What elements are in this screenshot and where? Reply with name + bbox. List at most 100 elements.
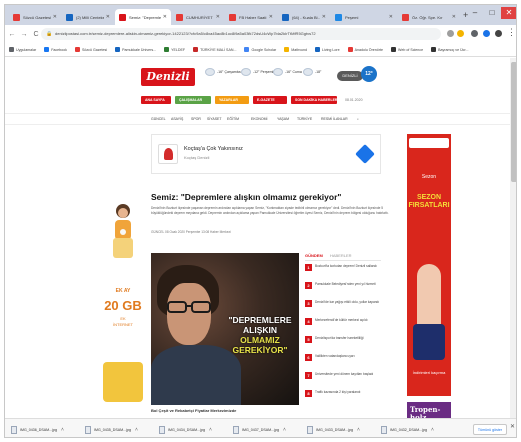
right-side-ad-2[interactable]: Tropen-holz bbox=[407, 402, 451, 418]
current-temperature: 12° bbox=[361, 66, 377, 82]
tab-close-icon[interactable]: ✕ bbox=[216, 14, 220, 20]
profile-avatar-icon[interactable] bbox=[495, 30, 502, 37]
tab-1[interactable]: Sözcü Gazetesi - Y ✕ bbox=[9, 9, 61, 25]
tab-close-icon[interactable]: ✕ bbox=[269, 14, 273, 20]
forward-arrow-icon[interactable]: → bbox=[19, 31, 29, 38]
ad-text-large: SEZON FIRSATLARI bbox=[408, 194, 450, 209]
menu-item[interactable]: TÜRKİYE bbox=[297, 117, 312, 121]
menu-item[interactable]: RESMİ İLANLAR bbox=[321, 117, 348, 121]
close-window-button[interactable]: ✕ bbox=[501, 7, 516, 19]
bookmark-item[interactable]: Sözcü Gazetesi bbox=[74, 47, 107, 52]
close-downloads-icon[interactable]: ✕ bbox=[510, 423, 515, 430]
search-icon[interactable]: ⌕ bbox=[357, 117, 359, 121]
chevron-up-icon[interactable]: ˄ bbox=[61, 427, 64, 433]
sidebar-news-item[interactable]: 2 Pamukkale Belediyesi'nden yeni yıl hizm… bbox=[305, 282, 381, 297]
chevron-up-icon[interactable]: ˄ bbox=[357, 427, 360, 433]
menu-item[interactable]: EKONOMİ bbox=[251, 117, 268, 121]
menu-item[interactable]: EĞİTİM bbox=[227, 117, 239, 121]
menu-item[interactable]: SİYASET bbox=[207, 117, 222, 121]
tab-5[interactable]: FB Haber Saati pü... ✕ bbox=[225, 9, 277, 25]
bookmark-item[interactable]: Bayramoç ve Ücr... bbox=[431, 47, 468, 52]
tab-title: Öz. Öğr. Spe. Kır bbox=[412, 14, 443, 20]
page-scrollbar[interactable] bbox=[510, 58, 516, 418]
ad-banner[interactable]: Koçtaş'a Çok Yakınsınız Koçtaş Denizli bbox=[151, 134, 381, 174]
chevron-up-icon[interactable]: ˄ bbox=[431, 427, 434, 433]
bookmark-item[interactable]: Web of Science bbox=[391, 47, 423, 52]
bookmark-item[interactable]: Living Lore bbox=[315, 47, 340, 52]
nav-home[interactable]: ANA SAYFA bbox=[141, 96, 171, 104]
nav-authors[interactable]: YAZARLAR bbox=[215, 96, 249, 104]
tab-close-icon[interactable]: ✕ bbox=[53, 14, 57, 20]
extension-icon[interactable] bbox=[471, 30, 478, 37]
show-all-downloads-button[interactable]: Tümünü göster bbox=[473, 424, 507, 435]
image-file-icon bbox=[307, 425, 313, 434]
chevron-up-icon[interactable]: ˄ bbox=[209, 427, 212, 433]
tab-close-icon[interactable]: ✕ bbox=[452, 14, 456, 20]
tab-2[interactable]: (2) Milli Centeks (S... ✕ bbox=[62, 9, 114, 25]
bookmark-favicon-icon bbox=[431, 47, 437, 52]
sidebar-news-item[interactable]: 3 Denizli'de kar yağışı etkili oldu, yoll… bbox=[305, 300, 381, 315]
right-side-ad[interactable]: Sezon SEZON FIRSATLARI İndirimleri kaçır… bbox=[407, 134, 451, 396]
download-item[interactable]: IMG_0435_DSAM...jpg ˄ bbox=[85, 424, 138, 435]
download-item[interactable]: IMG_0436_DSAM...jpg ˄ bbox=[11, 424, 64, 435]
menu-item[interactable]: ASAYİŞ bbox=[171, 117, 183, 121]
sidebar-news-item[interactable]: 8 Trafik kazasında 2 kişi yaralandı bbox=[305, 390, 381, 405]
bookmark-item[interactable]: Uygulamalar bbox=[9, 47, 36, 52]
nav-egazete[interactable]: E-GAZETE bbox=[253, 96, 287, 104]
tab-close-icon[interactable]: ✕ bbox=[106, 14, 110, 20]
download-item[interactable]: IMG_0432_DSAM...jpg ˄ bbox=[381, 424, 434, 435]
address-bar[interactable]: 🔒 denizlipostasi.com.tr/semiz-depremlere… bbox=[41, 28, 441, 40]
tab-7[interactable]: Peşemi ✕ bbox=[331, 9, 397, 25]
bookmark-item[interactable]: Facebook bbox=[44, 47, 67, 52]
minimize-button[interactable]: – bbox=[467, 7, 483, 19]
city-select[interactable]: DENİZLİ bbox=[337, 71, 363, 81]
sidebar-news-item[interactable]: 7 Üniversitede yeni dönem kayıtları başla… bbox=[305, 372, 381, 387]
download-item[interactable]: IMG_0434_DSAM...jpg ˄ bbox=[159, 424, 212, 435]
related-ad-text[interactable]: Bol Çeşit ve Rekabetçi Fiyatlar Merkezim… bbox=[151, 408, 301, 413]
tab-close-icon[interactable]: ✕ bbox=[322, 14, 326, 20]
sidebar-news-item[interactable]: 1 Bozkurt'ta korkutan deprem! Denizli sal… bbox=[305, 264, 381, 279]
download-item[interactable]: IMG_0437_DSAM...jpg ˄ bbox=[233, 424, 286, 435]
extension-icon[interactable] bbox=[483, 30, 490, 37]
menu-item[interactable]: YAŞAM bbox=[277, 117, 289, 121]
nav-breaking-news[interactable]: SON DAKİKA HABERLER bbox=[291, 96, 337, 104]
directions-icon[interactable] bbox=[355, 144, 375, 164]
tab-close-icon[interactable]: ✕ bbox=[389, 14, 393, 20]
sidebar-news-item[interactable]: 5 Denizlispor'da transfer hareketliliği bbox=[305, 336, 381, 351]
tab-4[interactable]: CUMHURİYET ✕ bbox=[172, 9, 224, 25]
image-file-icon bbox=[233, 425, 239, 434]
menu-item[interactable]: SPOR bbox=[191, 117, 201, 121]
left-side-ad[interactable]: EK AY 20 GB EK İNTERNET bbox=[101, 192, 145, 414]
bookmark-item[interactable]: Anadolu Örenörte bbox=[347, 47, 383, 52]
reload-icon[interactable]: C bbox=[31, 31, 41, 38]
bookmark-item[interactable]: TÜRKİYE MALİ SAN... bbox=[193, 47, 236, 52]
bookmark-item[interactable]: Mathvund bbox=[284, 47, 307, 52]
scrollbar-thumb[interactable] bbox=[511, 62, 516, 182]
bookmark-item[interactable]: Google Scholar bbox=[244, 47, 276, 52]
menu-item[interactable]: GÜNCEL bbox=[151, 117, 166, 121]
tab-strip: Sözcü Gazetesi - Y ✕ (2) Milli Centeks (… bbox=[5, 5, 516, 25]
back-arrow-icon[interactable]: ← bbox=[7, 31, 17, 38]
browser-menu-icon[interactable]: ⋮ bbox=[507, 27, 516, 38]
bookmark-item[interactable]: Pamukkale Ünivers... bbox=[115, 47, 156, 52]
bookmark-item[interactable]: YELDEF bbox=[164, 47, 185, 52]
quote-white: "DEPREMLERE ALIŞKIN bbox=[228, 315, 292, 335]
bookmark-favicon-icon bbox=[164, 47, 170, 52]
downloads-bar: IMG_0436_DSAM...jpg ˄ IMG_0435_DSAM...jpg… bbox=[5, 418, 516, 437]
nav-works[interactable]: ÇALIŞMALAR bbox=[175, 96, 211, 104]
bookmark-favicon-icon bbox=[347, 47, 353, 52]
sidebar-news-item[interactable]: 4 Merkezefendi'de kültür merkezi açıldı bbox=[305, 318, 381, 333]
tab-favicon-icon bbox=[176, 13, 183, 21]
tab-6[interactable]: (64) - Kuala Bi... ✕ bbox=[278, 9, 330, 25]
tab-close-icon[interactable]: ✕ bbox=[163, 14, 167, 20]
maximize-button[interactable]: □ bbox=[484, 7, 500, 19]
zoom-icon[interactable] bbox=[447, 30, 454, 37]
chevron-up-icon[interactable]: ˄ bbox=[135, 427, 138, 433]
sidebar-news-item[interactable]: 6 Valilikten vatandaşlara uyarı bbox=[305, 354, 381, 369]
download-item[interactable]: IMG_0433_DSAM...jpg ˄ bbox=[307, 424, 360, 435]
site-logo[interactable]: Denizli bbox=[141, 68, 195, 86]
tab-8[interactable]: Öz. Öğr. Spe. Kır ✕ bbox=[398, 9, 460, 25]
bookmark-star-icon[interactable] bbox=[457, 30, 464, 37]
chevron-up-icon[interactable]: ˄ bbox=[283, 427, 286, 433]
tab-3-active[interactable]: Semiz: "Depremle... ✕ bbox=[115, 9, 171, 25]
